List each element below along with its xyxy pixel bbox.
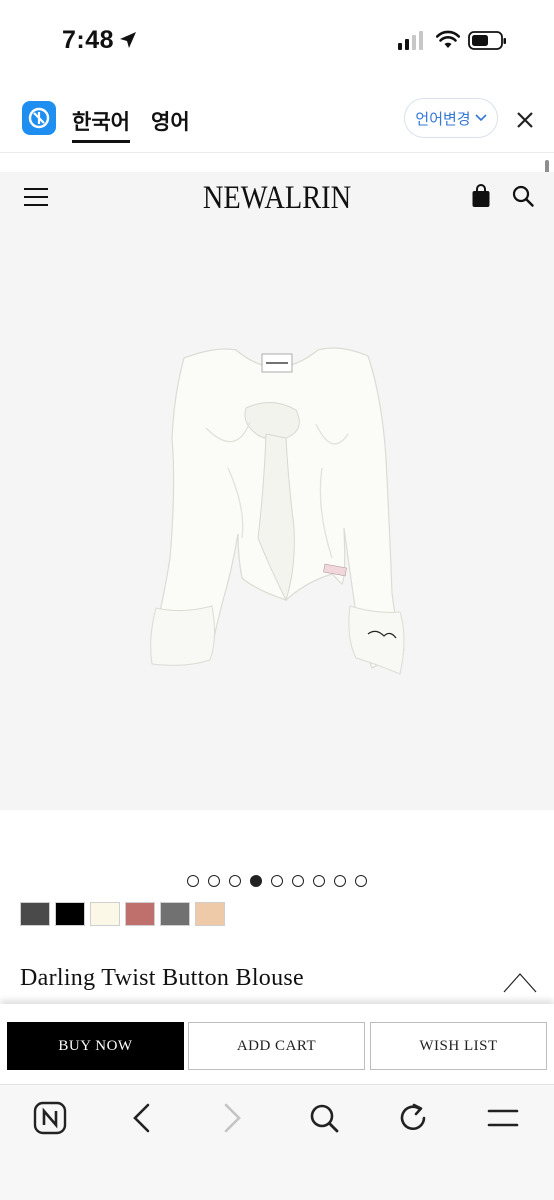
- color-swatch[interactable]: [195, 902, 225, 926]
- color-swatch[interactable]: [55, 902, 85, 926]
- browser-toolbar: [0, 1084, 554, 1200]
- pager-dot[interactable]: [334, 875, 346, 887]
- chevron-up-icon[interactable]: [502, 970, 538, 994]
- pager-dot[interactable]: [250, 875, 262, 887]
- buy-now-button[interactable]: BUY NOW: [7, 1022, 184, 1070]
- pager-dot[interactable]: [229, 875, 241, 887]
- cellular-signal-icon: [398, 31, 423, 50]
- battery-icon: [468, 31, 506, 50]
- color-swatch[interactable]: [20, 902, 50, 926]
- tab-english[interactable]: 영어: [151, 106, 190, 136]
- pager-dot[interactable]: [292, 875, 304, 887]
- purchase-action-bar: BUY NOW ADD CART WISH LIST: [0, 1004, 554, 1084]
- chevron-down-icon: [475, 114, 487, 122]
- menu-icon[interactable]: [486, 1101, 520, 1135]
- pager-dot[interactable]: [313, 875, 325, 887]
- color-swatch[interactable]: [90, 902, 120, 926]
- status-bar: 7:48: [0, 0, 554, 80]
- search-icon[interactable]: [512, 185, 534, 207]
- location-arrow-icon: [120, 32, 136, 48]
- forward-icon: [224, 1103, 241, 1133]
- back-icon[interactable]: [130, 1101, 152, 1135]
- blouse-product-photo: [150, 347, 405, 675]
- translate-logo-icon: [22, 101, 56, 135]
- close-icon[interactable]: [516, 111, 534, 129]
- wish-list-button[interactable]: WISH LIST: [370, 1022, 547, 1070]
- pager-dot[interactable]: [271, 875, 283, 887]
- site-header: NEWALRIN: [0, 172, 554, 222]
- shopping-bag-icon[interactable]: [471, 184, 491, 208]
- brand-logo[interactable]: NEWALRIN: [39, 180, 515, 217]
- image-pager: [187, 875, 367, 887]
- naver-home-icon[interactable]: [33, 1101, 67, 1135]
- add-cart-button[interactable]: ADD CART: [188, 1022, 365, 1070]
- language-change-button[interactable]: 언어변경: [404, 98, 498, 138]
- language-change-label: 언어변경: [415, 110, 471, 128]
- pager-dot[interactable]: [187, 875, 199, 887]
- color-swatch[interactable]: [160, 902, 190, 926]
- product-image[interactable]: [0, 222, 554, 810]
- color-swatches: [20, 902, 225, 926]
- pager-dot[interactable]: [208, 875, 220, 887]
- product-title: Darling Twist Button Blouse: [20, 965, 304, 991]
- wifi-icon: [436, 30, 460, 48]
- status-time: 7:48: [62, 26, 115, 54]
- color-swatch[interactable]: [125, 902, 155, 926]
- tab-korean[interactable]: 한국어: [72, 106, 130, 136]
- browser-search-icon[interactable]: [308, 1101, 340, 1135]
- pager-dot[interactable]: [355, 875, 367, 887]
- active-tab-underline: [72, 140, 130, 143]
- reload-icon[interactable]: [398, 1101, 430, 1135]
